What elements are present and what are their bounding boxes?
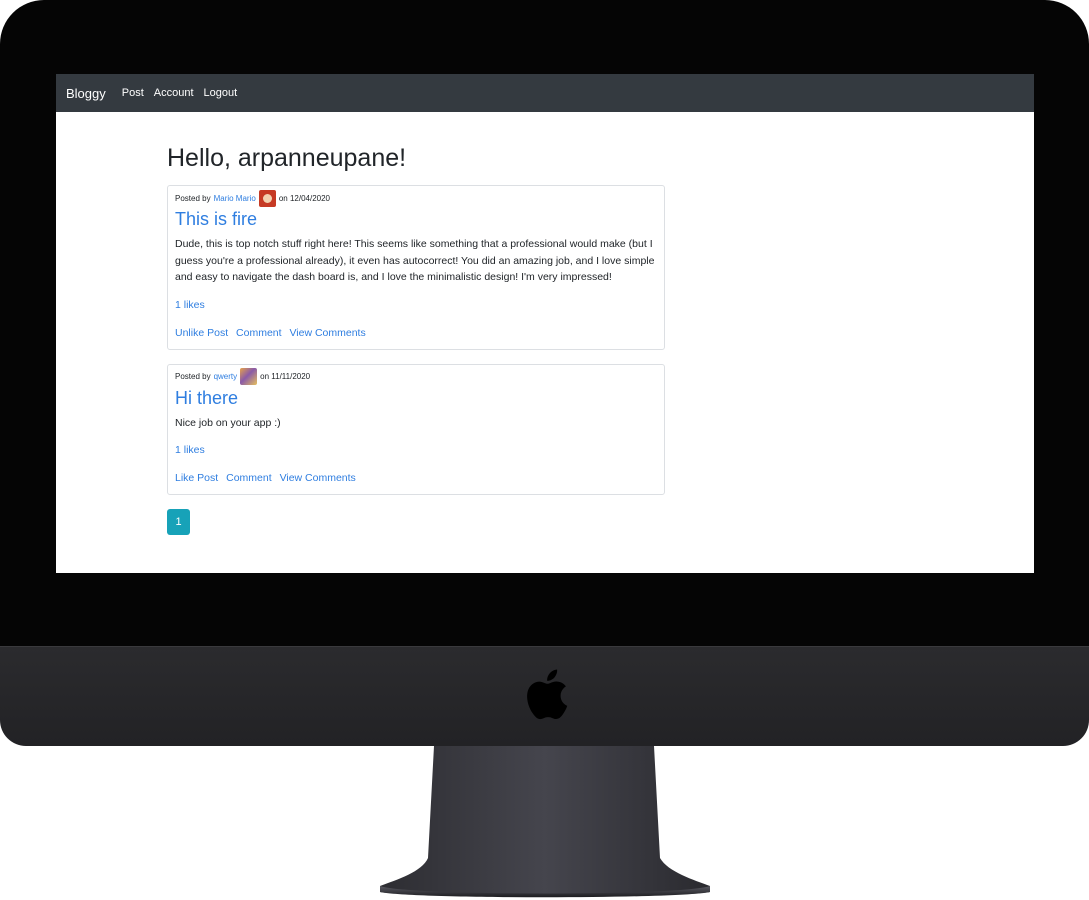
post-card: Posted by Mario Mario on 12/04/2020 This…: [167, 185, 665, 350]
post-actions: Like Post Comment View Comments: [175, 472, 657, 484]
qwerty-avatar-icon: [240, 368, 258, 385]
post-date: 12/04/2020: [289, 193, 330, 203]
post-body: Nice job on your app :): [175, 416, 281, 429]
mario-avatar-icon: [258, 189, 276, 207]
likes-count-link[interactable]: 1 likes: [175, 299, 205, 311]
pagination-page-button[interactable]: 1: [167, 509, 190, 535]
like-post-link[interactable]: Like Post: [175, 472, 218, 484]
navbar-brand[interactable]: Bloggy: [66, 86, 106, 101]
likes-count-link[interactable]: 1 likes: [175, 444, 205, 456]
imac-mockup: Bloggy Post Account Logout Hello, arpann…: [0, 0, 1089, 900]
page-title: Hello, arpanneupane!: [167, 144, 407, 172]
post-date: 11/11/2020: [271, 372, 311, 381]
navbar: Bloggy Post Account Logout: [56, 74, 1034, 112]
posted-by-label: Posted by: [175, 193, 211, 203]
on-label: on: [260, 372, 270, 381]
post-body: Dude, this is top notch stuff right here…: [175, 238, 655, 283]
post-actions: Unlike Post Comment View Comments: [175, 327, 657, 339]
posted-by-label: Posted by: [175, 372, 211, 381]
on-label: on: [278, 193, 288, 203]
main-content: Hello, arpanneupane! Posted by Mario Mar…: [167, 112, 667, 535]
comment-link[interactable]: Comment: [226, 472, 272, 484]
post-title-link[interactable]: This is fire: [175, 209, 657, 230]
monitor-stand: [380, 746, 710, 898]
post-meta: Posted by qwerty on 11/11/2020: [175, 368, 657, 386]
unlike-post-link[interactable]: Unlike Post: [175, 327, 228, 339]
nav-link-post[interactable]: Post: [122, 87, 144, 99]
view-comments-link[interactable]: View Comments: [280, 472, 356, 484]
post-author-link[interactable]: qwerty: [214, 372, 238, 381]
post-card: Posted by qwerty on 11/11/2020 Hi there …: [167, 363, 665, 495]
post-author-link[interactable]: Mario Mario: [214, 194, 256, 203]
browser-screen: Bloggy Post Account Logout Hello, arpann…: [56, 74, 1034, 573]
post-meta: Posted by Mario Mario on 12/04/2020: [175, 189, 657, 207]
comment-link[interactable]: Comment: [236, 327, 282, 339]
post-title-link[interactable]: Hi there: [175, 388, 657, 409]
view-comments-link[interactable]: View Comments: [289, 327, 365, 339]
nav-link-logout[interactable]: Logout: [204, 87, 238, 99]
nav-link-account[interactable]: Account: [154, 87, 194, 99]
apple-logo-icon: [527, 669, 568, 720]
